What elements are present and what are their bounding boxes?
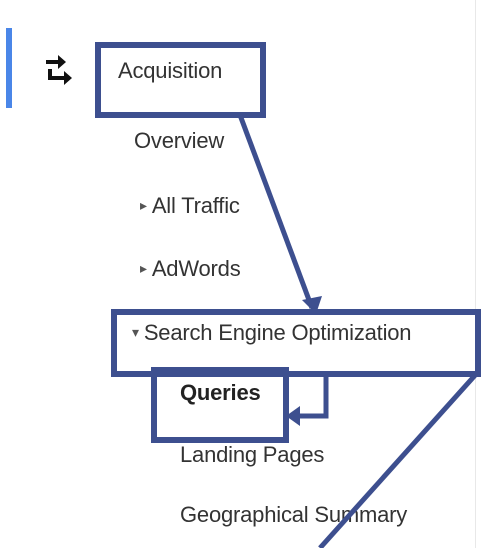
- annotation-arrowhead-queries: [286, 406, 300, 426]
- nav-adwords[interactable]: ▸ AdWords: [140, 256, 241, 282]
- nav-overview[interactable]: Overview: [134, 128, 224, 154]
- expand-arrow-icon: ▸: [140, 259, 147, 276]
- nav-all-traffic-label: All Traffic: [151, 193, 240, 218]
- expand-arrow-icon: ▸: [140, 196, 147, 213]
- nav-search-engine-optimization[interactable]: ▾ Search Engine Optimization: [132, 320, 412, 346]
- annotation-arrow-to-seo: [237, 114, 315, 309]
- panel-divider: [475, 0, 476, 548]
- annotation-arrow-seo-to-queries: [300, 374, 329, 419]
- nav-geographical-summary[interactable]: Geographical Summary: [180, 502, 407, 528]
- nav-queries[interactable]: Queries: [180, 380, 261, 406]
- nav-seo-label: Search Engine Optimization: [143, 320, 412, 345]
- nav-adwords-label: AdWords: [151, 256, 241, 281]
- acquisition-arrows-icon: [44, 52, 78, 86]
- ga-sidebar-nav: Acquisition Overview ▸ All Traffic ▸ AdWor…: [0, 0, 481, 548]
- nav-acquisition[interactable]: Acquisition: [118, 58, 222, 84]
- annotation-arrowhead-seo: [302, 296, 322, 314]
- nav-landing-pages[interactable]: Landing Pages: [180, 442, 324, 468]
- nav-all-traffic[interactable]: ▸ All Traffic: [140, 193, 240, 219]
- collapse-arrow-icon: ▾: [132, 323, 139, 340]
- active-section-indicator: [6, 28, 12, 108]
